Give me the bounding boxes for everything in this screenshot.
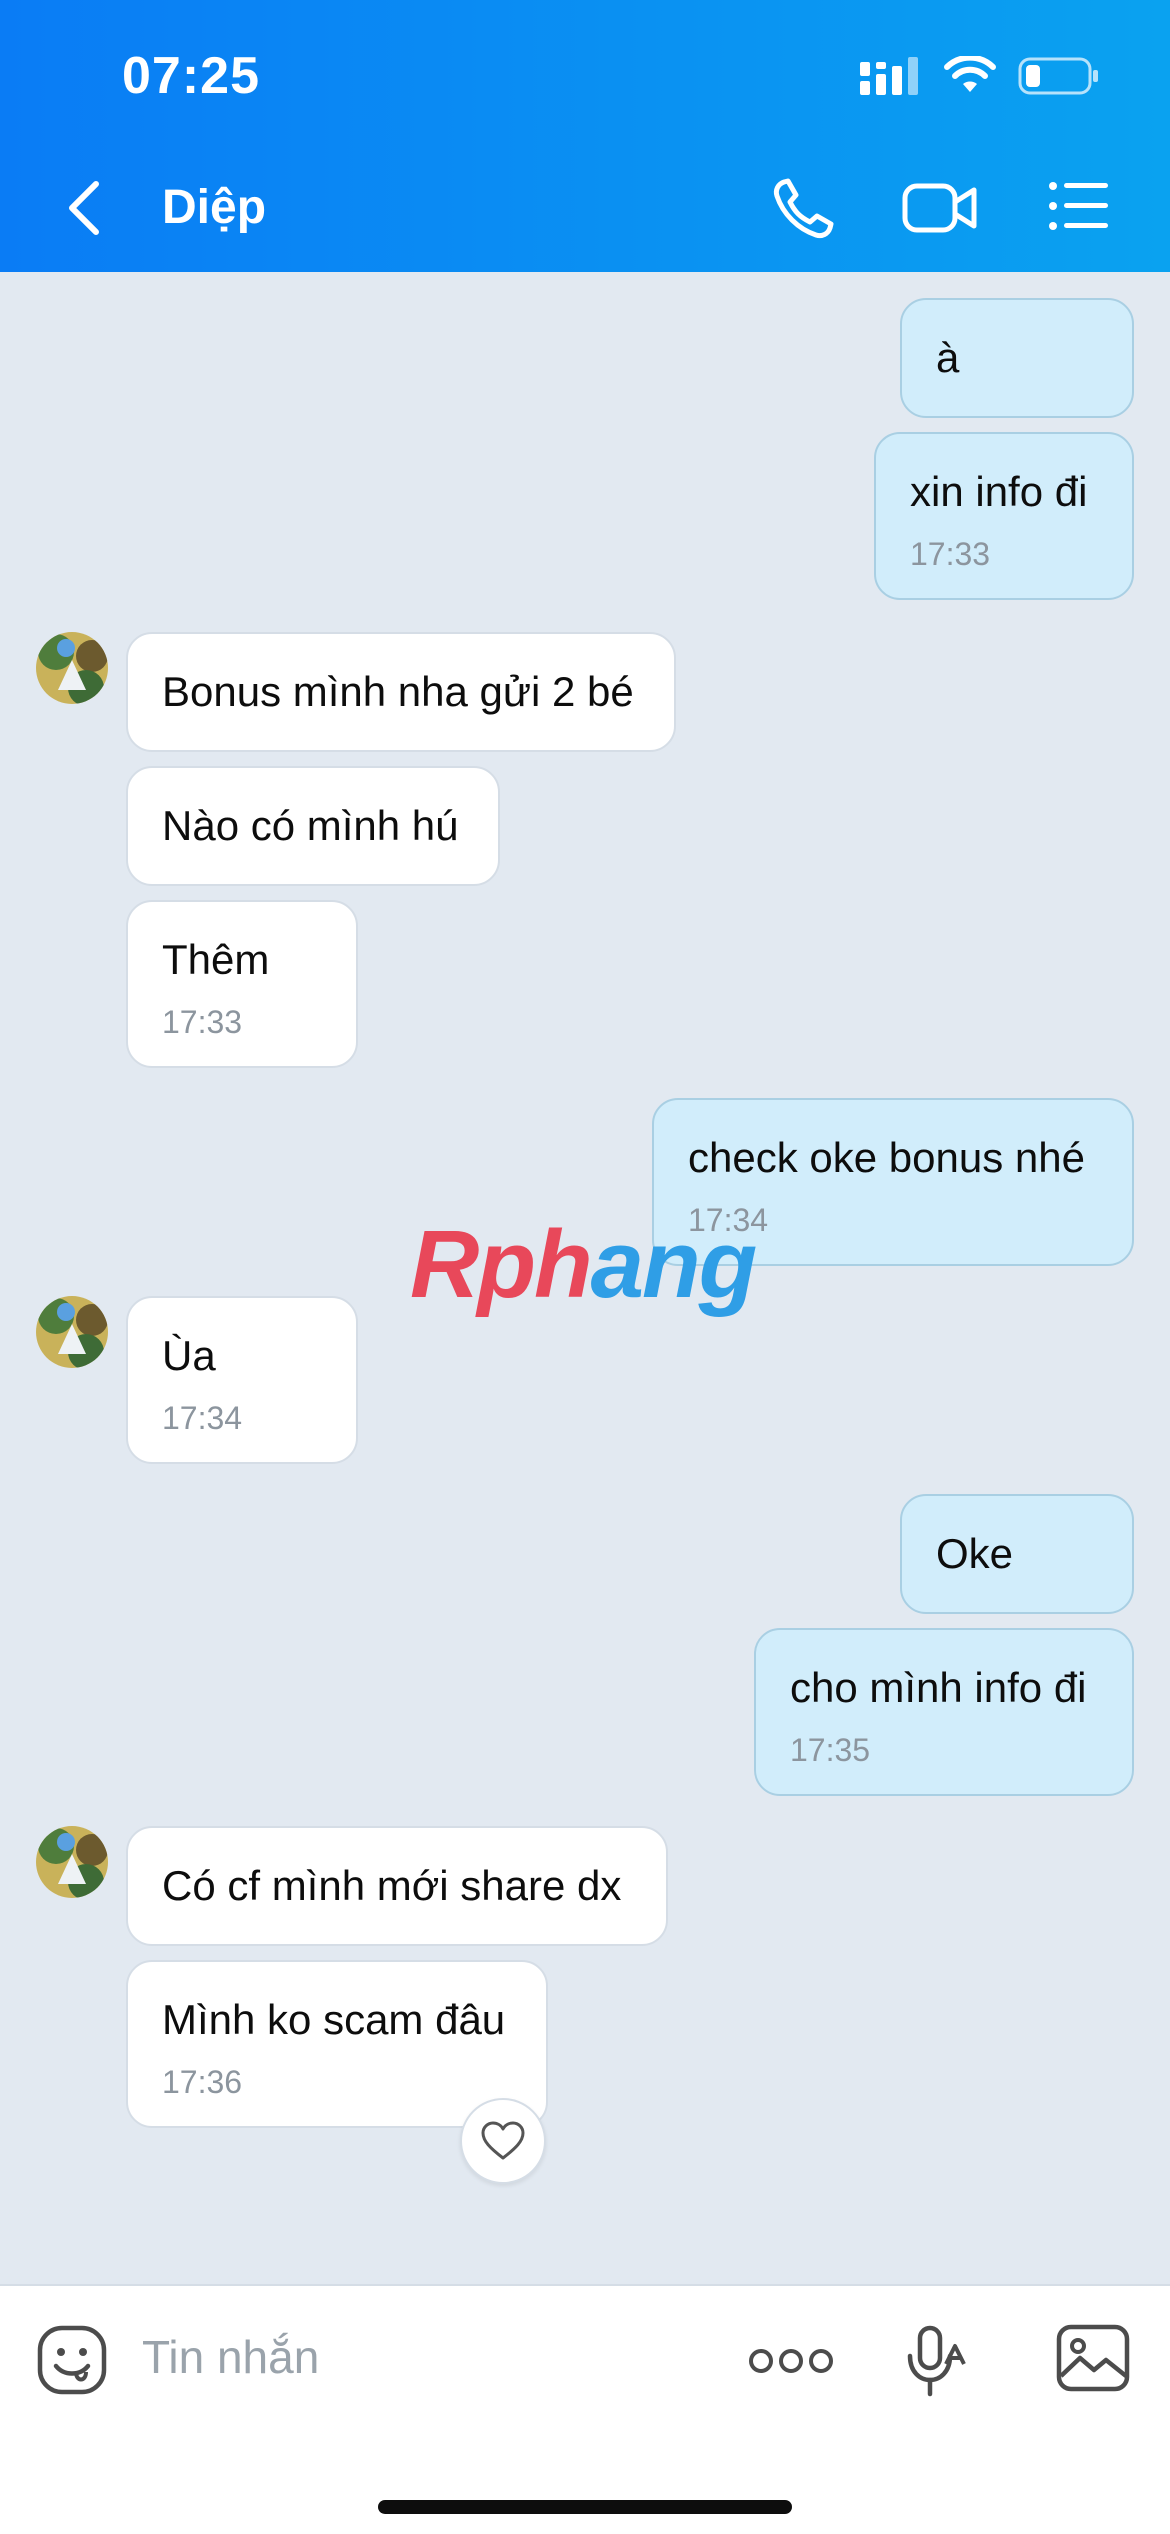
message-input[interactable]: Tin nhắn [142, 2330, 319, 2384]
chat-header: 07:25 Diệp [0, 0, 1170, 272]
message-text: cho mình info đi [790, 1664, 1087, 1711]
message-text: Có cf mình mới share dx [162, 1862, 622, 1909]
signal-icon [860, 57, 918, 95]
avatar-image [36, 1826, 108, 1898]
message-bubble-incoming[interactable]: Nào có mình hú [126, 766, 500, 886]
status-time: 07:25 [122, 47, 260, 105]
heart-icon [481, 2121, 525, 2160]
message-text: check oke bonus nhé [688, 1134, 1085, 1181]
message-text: Nào có mình hú [162, 802, 459, 849]
message-text: Oke [936, 1530, 1014, 1577]
message-text: Thêm [162, 936, 270, 983]
phone-icon[interactable] [770, 176, 836, 242]
sticker-face-icon[interactable] [36, 2324, 108, 2396]
message-bubble-incoming[interactable]: Bonus mình nha gửi 2 bé [126, 632, 676, 752]
avatar[interactable] [36, 1296, 108, 1368]
composer-bar: Tin nhắn [0, 2284, 1170, 2534]
reaction-button[interactable] [460, 2098, 546, 2184]
image-gallery-icon[interactable] [1056, 2324, 1130, 2392]
message-text: Ùa [162, 1332, 216, 1379]
message-time: 17:36 [162, 2064, 243, 2100]
avatar-image [36, 632, 108, 704]
message-bubble-outgoing[interactable]: cho mình info đi 17:35 [754, 1628, 1134, 1796]
message-text: à [936, 334, 960, 381]
message-bubble-outgoing[interactable]: à [900, 298, 1134, 418]
avatar[interactable] [36, 632, 108, 704]
watermark-part-2: ang [590, 1211, 758, 1318]
message-time: 17:35 [790, 1732, 871, 1768]
avatar-image [36, 1296, 108, 1368]
watermark-logo: Rphang [410, 1210, 758, 1320]
more-dots-icon[interactable] [748, 2346, 834, 2376]
battery-icon [1018, 57, 1098, 95]
message-bubble-incoming[interactable]: Ùa 17:34 [126, 1296, 358, 1464]
message-bubble-outgoing[interactable]: Oke [900, 1494, 1134, 1614]
contact-name[interactable]: Diệp [162, 180, 266, 235]
message-text: Bonus mình nha gửi 2 bé [162, 668, 634, 715]
chevron-left-icon[interactable] [60, 178, 110, 238]
home-indicator[interactable] [378, 2500, 792, 2514]
message-bubble-incoming[interactable]: Có cf mình mới share dx [126, 1826, 668, 1946]
message-text: xin info đi [910, 468, 1088, 515]
message-time: 17:34 [162, 1400, 243, 1436]
avatar[interactable] [36, 1826, 108, 1898]
list-menu-icon[interactable] [1048, 180, 1110, 232]
wifi-icon [944, 56, 996, 92]
status-icons [860, 56, 1100, 96]
message-time: 17:33 [162, 1004, 243, 1040]
message-bubble-outgoing[interactable]: xin info đi 17:33 [874, 432, 1134, 600]
message-text: Mình ko scam đâu [162, 1996, 506, 2043]
message-bubble-incoming[interactable]: Thêm 17:33 [126, 900, 358, 1068]
video-camera-icon[interactable] [902, 178, 978, 238]
microphone-icon[interactable] [906, 2324, 970, 2400]
message-time: 17:33 [910, 536, 991, 572]
watermark-part-1: Rph [410, 1211, 593, 1318]
